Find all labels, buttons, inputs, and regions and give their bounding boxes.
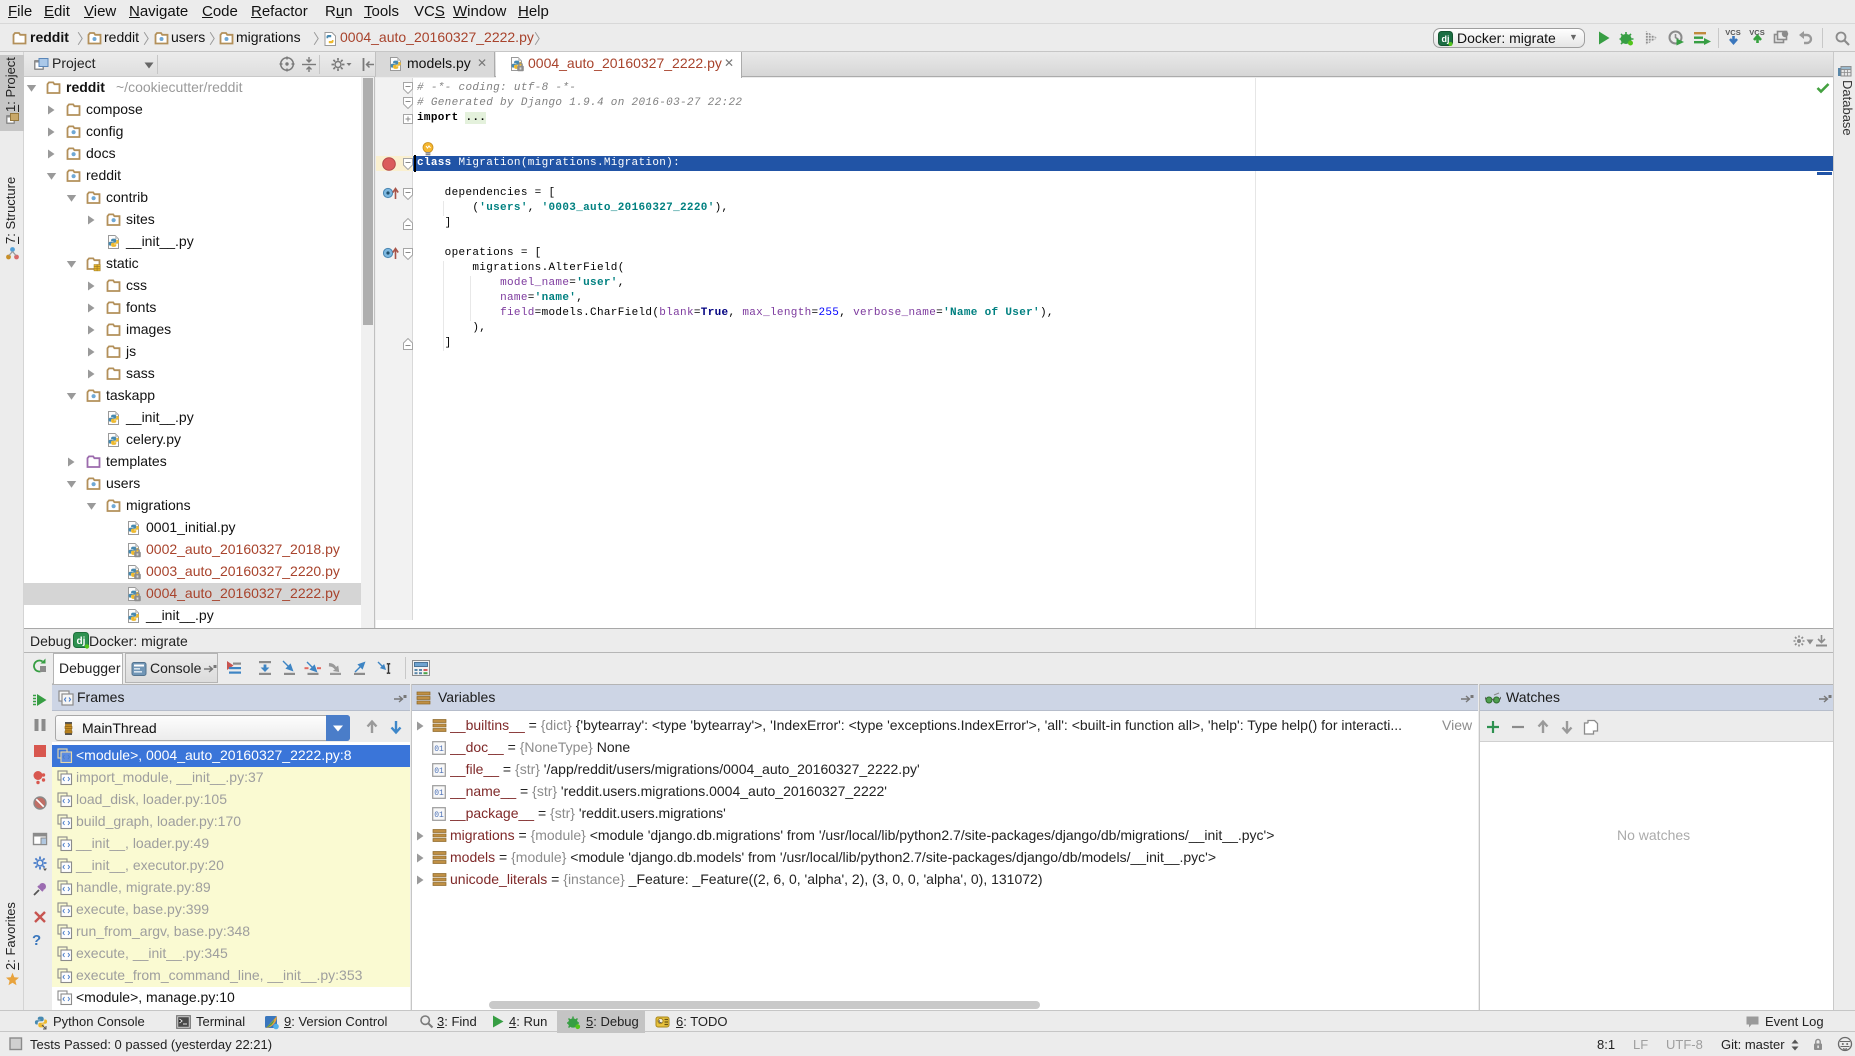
- svg-text:01: 01: [434, 789, 444, 798]
- svg-text:01: 01: [434, 745, 444, 754]
- svg-text:VCS: VCS: [1725, 28, 1740, 37]
- svg-text:01: 01: [434, 767, 444, 776]
- svg-text:01: 01: [434, 811, 444, 820]
- svg-text:dj: dj: [1442, 34, 1450, 44]
- svg-text:dj: dj: [77, 636, 86, 647]
